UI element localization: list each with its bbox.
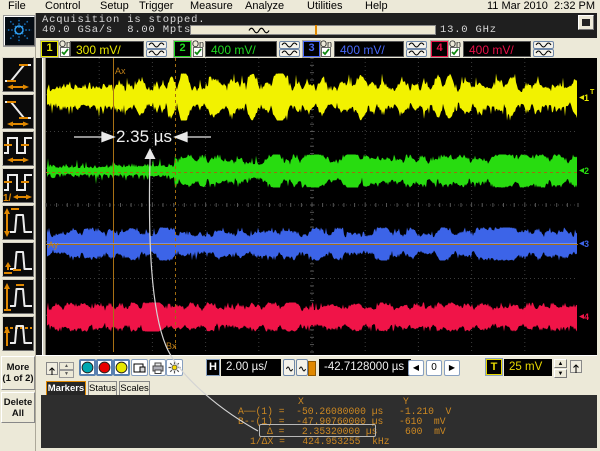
svg-text:2.35 µs: 2.35 µs (116, 127, 172, 146)
svg-text:T: T (590, 89, 595, 96)
svg-text:1: 1 (584, 93, 589, 103)
svg-text:3: 3 (584, 239, 589, 249)
svg-text:2: 2 (584, 166, 589, 176)
svg-text:Ay: Ay (48, 240, 59, 250)
svg-text:4: 4 (584, 312, 589, 322)
svg-text:Bx: Bx (166, 341, 177, 351)
svg-text:Ax: Ax (115, 66, 126, 76)
svg-text:1/: 1/ (3, 193, 12, 202)
